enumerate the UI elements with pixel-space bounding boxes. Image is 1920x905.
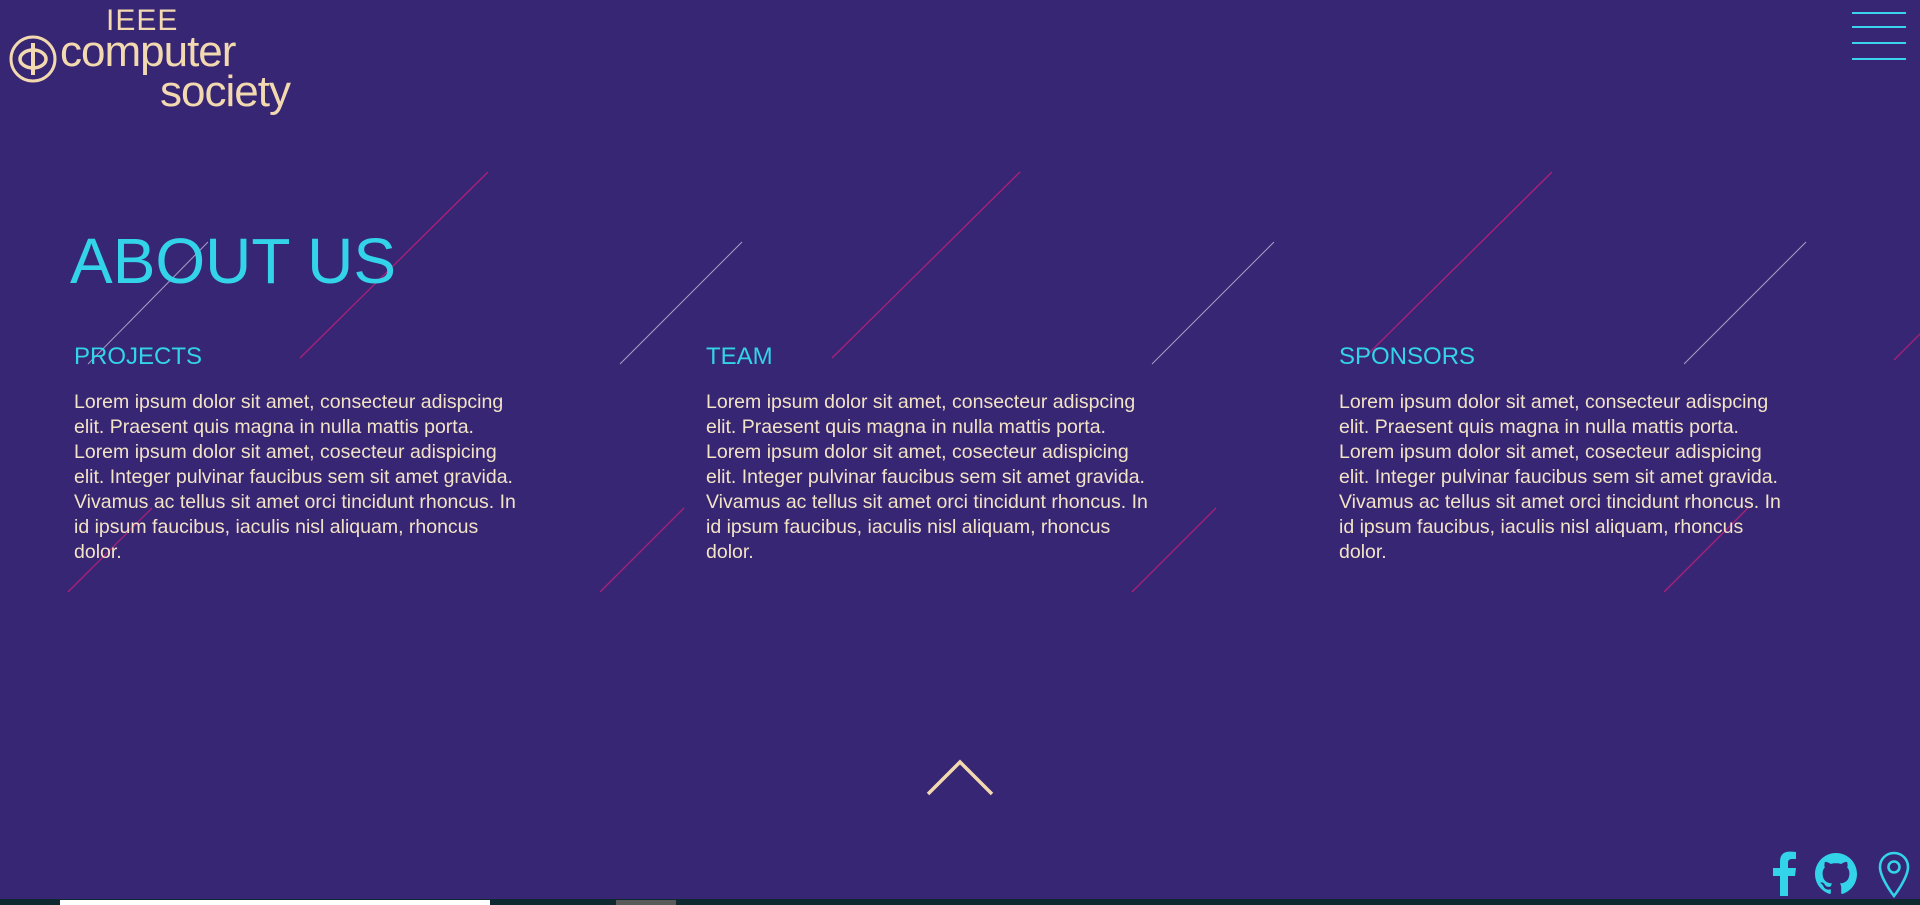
bottom-strip [0,899,1920,905]
projects-section: PROJECTS Lorem ipsum dolor sit amet, con… [74,342,524,565]
menu-line-upper-middle [1852,26,1906,28]
sponsors-title[interactable]: SPONSORS [1339,342,1789,372]
page-title: ABOUT US [70,225,396,297]
projects-title[interactable]: PROJECTS [74,342,524,372]
menu-button[interactable] [1850,10,1908,62]
team-section: TEAM Lorem ipsum dolor sit amet, consect… [706,342,1156,565]
sponsors-section: SPONSORS Lorem ipsum dolor sit amet, con… [1339,342,1789,565]
menu-line-lower-middle [1852,42,1906,44]
ieee-phi-emblem-icon [9,35,57,83]
github-link[interactable] [1812,850,1860,898]
projects-description: Lorem ipsum dolor sit amet, consecteur a… [74,391,516,563]
menu-line-bottom [1852,58,1906,60]
scroll-up-button[interactable] [924,752,996,798]
bottom-strip-marker [616,900,676,905]
ieee-computer-society-logo[interactable]: IEEE computer society [8,6,308,116]
about-page: IEEE computer society ABOUT US PROJECTS … [0,0,1920,905]
chevron-up-icon [926,759,994,796]
facebook-link[interactable] [1768,850,1800,898]
location-link[interactable] [1876,850,1912,899]
github-icon [1815,853,1857,894]
team-description: Lorem ipsum dolor sit amet, consecteur a… [706,391,1148,563]
menu-line-top [1852,12,1906,14]
logo-text-society: society [160,67,291,116]
bottom-strip-highlight [60,900,490,905]
facebook-icon [1773,851,1796,896]
sponsors-description: Lorem ipsum dolor sit amet, consecteur a… [1339,391,1781,563]
location-pin-icon [1878,851,1910,899]
team-title[interactable]: TEAM [706,342,1156,372]
